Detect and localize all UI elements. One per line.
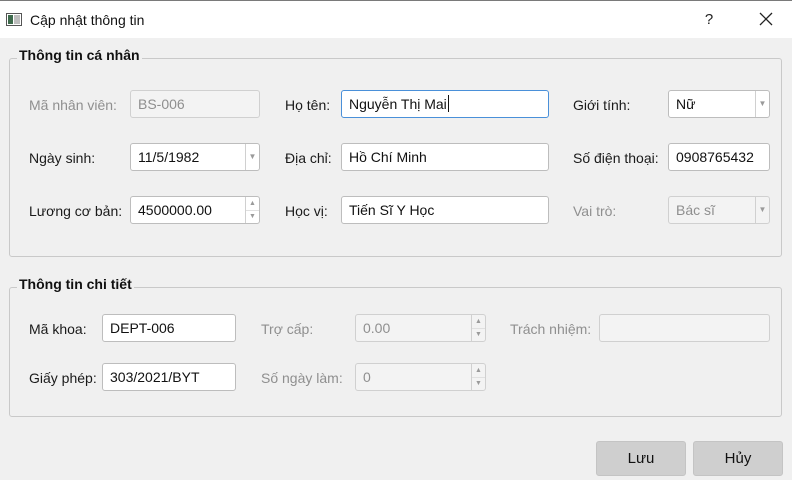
phone-field[interactable]: 0908765432 (668, 143, 770, 171)
responsibility-label: Trách nhiệm: (510, 321, 592, 337)
personal-info-title: Thông tin cá nhân (17, 47, 142, 63)
help-button[interactable]: ? (698, 9, 720, 31)
base-salary-value: 4500000.00 (138, 202, 212, 218)
gender-select[interactable]: Nữ ▼ (668, 90, 770, 118)
full-name-label: Họ tên: (285, 97, 331, 113)
details-group: Thông tin chi tiết Mã khoa: DEPT-006 Trợ… (9, 276, 782, 417)
allowance-spinbox[interactable]: 0.00 ▲ ▼ (355, 314, 486, 342)
base-salary-spin-buttons: ▲ ▼ (245, 197, 259, 223)
close-button[interactable] (754, 7, 778, 31)
working-days-label: Số ngày làm: (261, 370, 343, 386)
working-days-spin-buttons: ▲ ▼ (471, 364, 485, 390)
address-label: Địa chỉ: (285, 150, 332, 166)
department-id-label: Mã khoa: (29, 321, 87, 337)
save-button[interactable]: Lưu (596, 441, 686, 476)
title-bar: Cập nhật thông tin ? (0, 0, 792, 38)
employee-id-field[interactable]: BS-006 (130, 90, 260, 118)
spin-up-arrow-icon[interactable]: ▲ (472, 315, 485, 329)
phone-label: Số điện thoại: (573, 150, 659, 166)
window-title: Cập nhật thông tin (30, 12, 145, 28)
chevron-down-icon: ▼ (758, 205, 767, 214)
details-title: Thông tin chi tiết (17, 276, 134, 292)
spin-down-arrow-icon[interactable]: ▼ (472, 377, 485, 390)
birth-date-label: Ngày sinh: (29, 150, 96, 166)
degree-field[interactable]: Tiến Sĩ Y Học (341, 196, 549, 224)
birth-date-value: 11/5/1982 (138, 149, 200, 165)
allowance-label: Trợ cấp: (261, 321, 314, 337)
allowance-value: 0.00 (363, 320, 391, 336)
app-window-icon (6, 13, 22, 26)
allowance-spin-buttons: ▲ ▼ (471, 315, 485, 341)
spin-up-arrow-icon[interactable]: ▲ (246, 197, 259, 211)
chevron-down-icon: ▼ (248, 152, 257, 161)
spin-down-arrow-icon[interactable]: ▼ (246, 210, 259, 223)
department-id-field[interactable]: DEPT-006 (102, 314, 236, 342)
degree-label: Học vị: (285, 203, 328, 219)
base-salary-spinbox[interactable]: 4500000.00 ▲ ▼ (130, 196, 260, 224)
spin-down-arrow-icon[interactable]: ▼ (472, 328, 485, 341)
spin-up-arrow-icon[interactable]: ▲ (472, 364, 485, 378)
responsibility-field[interactable] (599, 314, 770, 342)
working-days-spinbox[interactable]: 0 ▲ ▼ (355, 363, 486, 391)
role-select[interactable]: Bác sĩ ▼ (668, 196, 770, 224)
base-salary-label: Lương cơ bản: (29, 203, 123, 219)
full-name-field[interactable]: Nguyễn Thị Mai (341, 90, 549, 118)
gender-dropdown-button[interactable]: ▼ (755, 91, 769, 117)
role-dropdown-button[interactable]: ▼ (755, 197, 769, 223)
full-name-value: Nguyễn Thị Mai (349, 96, 447, 112)
gender-label: Giới tính: (573, 97, 631, 113)
role-value: Bác sĩ (676, 202, 715, 218)
address-field[interactable]: Hồ Chí Minh (341, 143, 549, 171)
birth-date-field[interactable]: 11/5/1982 ▼ (130, 143, 260, 171)
cancel-button[interactable]: Hủy (693, 441, 783, 476)
license-field[interactable]: 303/2021/BYT (102, 363, 236, 391)
close-icon (759, 12, 773, 26)
role-label: Vai trò: (573, 203, 617, 219)
chevron-down-icon: ▼ (758, 99, 767, 108)
gender-value: Nữ (676, 96, 696, 112)
personal-info-group: Thông tin cá nhân Mã nhân viên: BS-006 H… (9, 47, 782, 257)
birth-date-dropdown-button[interactable]: ▼ (245, 144, 259, 170)
employee-id-label: Mã nhân viên: (29, 97, 117, 113)
working-days-value: 0 (363, 369, 371, 385)
license-label: Giấy phép: (29, 370, 97, 386)
